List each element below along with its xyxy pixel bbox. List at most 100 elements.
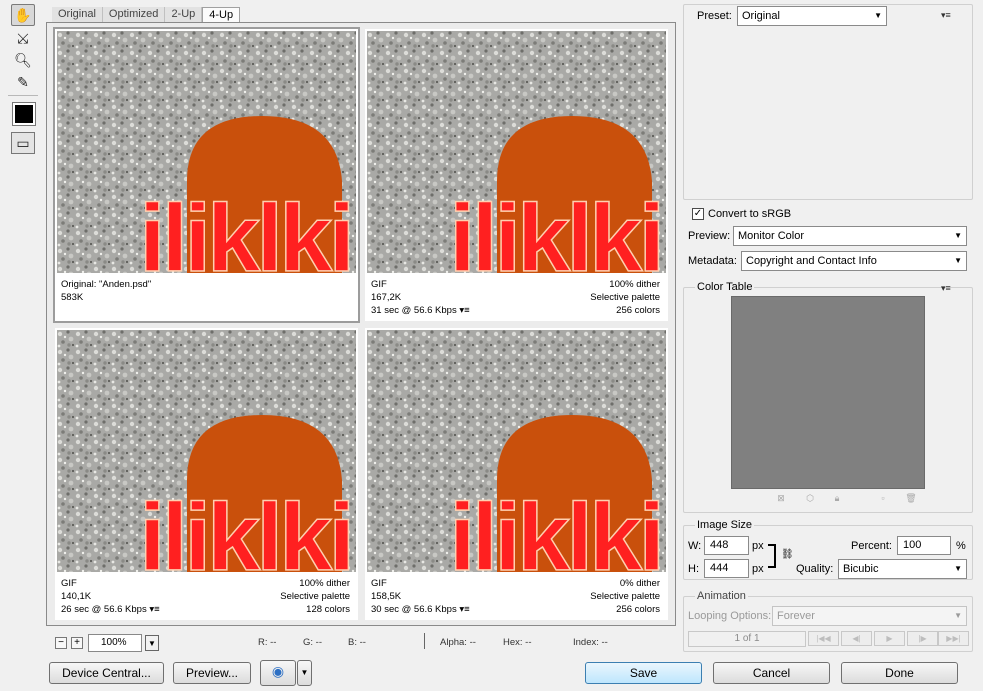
last-frame-icon[interactable]: ▶▶| (938, 631, 969, 646)
map-to-transparent-icon[interactable]: ⊠ (775, 493, 787, 505)
preview-panel-optimized-1[interactable]: iliklkil GIF 167,2K 31 sec @ 56.6 Kbps ▾… (365, 29, 668, 321)
shift-to-web-palette-icon[interactable]: ⬡ (804, 493, 816, 505)
new-color-icon[interactable]: ▫ (877, 493, 889, 505)
panel-info-format: GIF (371, 578, 387, 589)
chevron-down-icon: ▼ (874, 11, 882, 20)
tab-2-up[interactable]: 2-Up (165, 7, 203, 22)
chevron-down-icon: ▼ (954, 611, 962, 620)
width-field[interactable]: 448 (704, 536, 749, 555)
looping-options-dropdown[interactable]: Forever ▼ (772, 606, 967, 626)
zoom-dropdown-icon[interactable]: ▼ (145, 635, 159, 651)
toggle-slices-visibility-icon[interactable]: ▭ (11, 132, 35, 154)
delete-color-icon[interactable]: 🗑︎ (905, 493, 917, 505)
next-frame-icon[interactable]: |▶ (907, 631, 938, 646)
optimize-menu-icon[interactable]: ▾≡ (941, 10, 951, 21)
height-label: H: (688, 563, 699, 575)
first-frame-icon[interactable]: |◀◀ (808, 631, 839, 646)
zoom-in-button[interactable]: + (71, 637, 83, 649)
quality-dropdown[interactable]: Bicubic ▼ (838, 559, 967, 579)
device-central-button[interactable]: Device Central... (49, 662, 164, 684)
image-text: iliklkil (449, 185, 666, 273)
color-table-swatches[interactable] (731, 296, 925, 489)
panel-info-download-time: 26 sec @ 56.6 Kbps ▾≡ (61, 604, 160, 615)
panel-info-dither: 0% dither (619, 578, 660, 589)
preview-dropdown[interactable]: Monitor Color ▼ (733, 226, 967, 246)
image-text: iliklkil (139, 484, 356, 572)
tab-optimized[interactable]: Optimized (102, 7, 166, 22)
cancel-button[interactable]: Cancel (713, 662, 830, 684)
frame-counter: 1 of 1 (688, 631, 806, 647)
eyedropper-color-swatch[interactable] (12, 102, 36, 126)
previous-frame-icon[interactable]: ◀| (841, 631, 872, 646)
percent-unit: % (956, 540, 966, 552)
tab-4-up[interactable]: 4-Up (202, 7, 241, 22)
download-speed-menu-icon[interactable]: ▾≡ (459, 604, 469, 615)
panel-info-size: 158,5K (371, 591, 402, 602)
tab-original[interactable]: Original (52, 7, 103, 22)
image-text: iliklkil (449, 484, 666, 572)
panel-info-colors: 256 colors (616, 604, 660, 615)
save-button[interactable]: Save (585, 662, 702, 684)
link-chain-icon[interactable]: ⛓ (781, 549, 794, 560)
color-table-menu-icon[interactable]: ▾≡ (941, 283, 951, 294)
status-blue: B: -- (348, 637, 366, 648)
zoom-out-button[interactable]: − (55, 637, 67, 649)
panel-info-format: GIF (61, 578, 77, 589)
preview-image: iliklkil (367, 31, 666, 273)
panel-info-palette: Selective palette (590, 292, 660, 303)
chevron-down-icon: ▼ (954, 231, 962, 240)
preview-label: Preview: (688, 230, 731, 242)
image-size-title: Image Size (695, 519, 755, 531)
image-text: iliklkil (139, 185, 356, 273)
eyedropper-tool-icon[interactable]: ✎ (11, 71, 35, 93)
slice-select-tool-icon[interactable]: ⤩ (11, 27, 35, 49)
toolbox: ✋ ⤩ 🔍︎ ✎ ▭ (0, 0, 42, 160)
preview-panel-optimized-2[interactable]: iliklkil GIF 140,1K 26 sec @ 56.6 Kbps ▾… (55, 328, 358, 620)
panel-info-download-time: 30 sec @ 56.6 Kbps ▾≡ (371, 604, 470, 615)
panel-info-palette: Selective palette (590, 591, 660, 602)
preview-value: Monitor Color (738, 230, 805, 242)
constrain-bracket (768, 544, 776, 568)
zoom-tool-icon[interactable]: 🔍︎ (11, 49, 35, 71)
zoom-level-field[interactable]: 100% (88, 634, 142, 652)
hand-tool-icon[interactable]: ✋ (11, 4, 35, 26)
looping-value: Forever (777, 610, 815, 622)
panel-info-size: 140,1K (61, 591, 92, 602)
panel-info-colors: 128 colors (306, 604, 350, 615)
percent-label: Percent: (851, 540, 892, 552)
preview-panel-optimized-3[interactable]: iliklkil GIF 158,5K 30 sec @ 56.6 Kbps ▾… (365, 328, 668, 620)
play-icon[interactable]: ▶ (874, 631, 905, 646)
download-speed-menu-icon[interactable]: ▾≡ (459, 305, 469, 316)
panel-info-size: 167,2K (371, 292, 402, 303)
panel-info-size: 583K (61, 292, 84, 303)
download-speed-menu-icon[interactable]: ▾≡ (149, 604, 159, 615)
height-field[interactable]: 444 (704, 559, 749, 578)
browser-preview-icon[interactable]: ◉ (260, 660, 296, 686)
preset-label: Preset: (697, 10, 732, 22)
panel-info-palette: Selective palette (280, 591, 350, 602)
done-button[interactable]: Done (841, 662, 958, 684)
preview-panel-original[interactable]: iliklkil Original: "Anden.psd" 583K (53, 27, 360, 323)
preview-button[interactable]: Preview... (173, 662, 251, 684)
percent-field[interactable]: 100 (897, 536, 951, 555)
preview-area: iliklkil Original: "Anden.psd" 583K ilik… (46, 22, 676, 626)
preview-image: iliklkil (57, 31, 356, 273)
metadata-value: Copyright and Contact Info (746, 255, 877, 267)
color-table-title: Color Table (695, 281, 755, 293)
status-red: R: -- (258, 637, 277, 648)
panel-info-format: GIF (371, 279, 387, 290)
quality-label: Quality: (796, 563, 834, 575)
chevron-down-icon: ▼ (954, 256, 962, 265)
metadata-label: Metadata: (688, 255, 737, 267)
height-unit: px (752, 563, 764, 575)
panel-info-download-time: 31 sec @ 56.6 Kbps ▾≡ (371, 305, 470, 316)
browser-dropdown-icon[interactable]: ▼ (297, 660, 312, 686)
metadata-dropdown[interactable]: Copyright and Contact Info ▼ (741, 251, 967, 271)
preview-image: iliklkil (57, 330, 356, 572)
looping-options-label: Looping Options: (688, 610, 772, 622)
settings-group (683, 4, 973, 200)
lock-color-icon[interactable]: 🔒︎ (831, 493, 843, 505)
preset-dropdown[interactable]: Original ▼ (737, 6, 887, 26)
convert-to-srgb-checkbox[interactable]: ✓ (692, 208, 704, 220)
animation-title: Animation (695, 590, 748, 602)
